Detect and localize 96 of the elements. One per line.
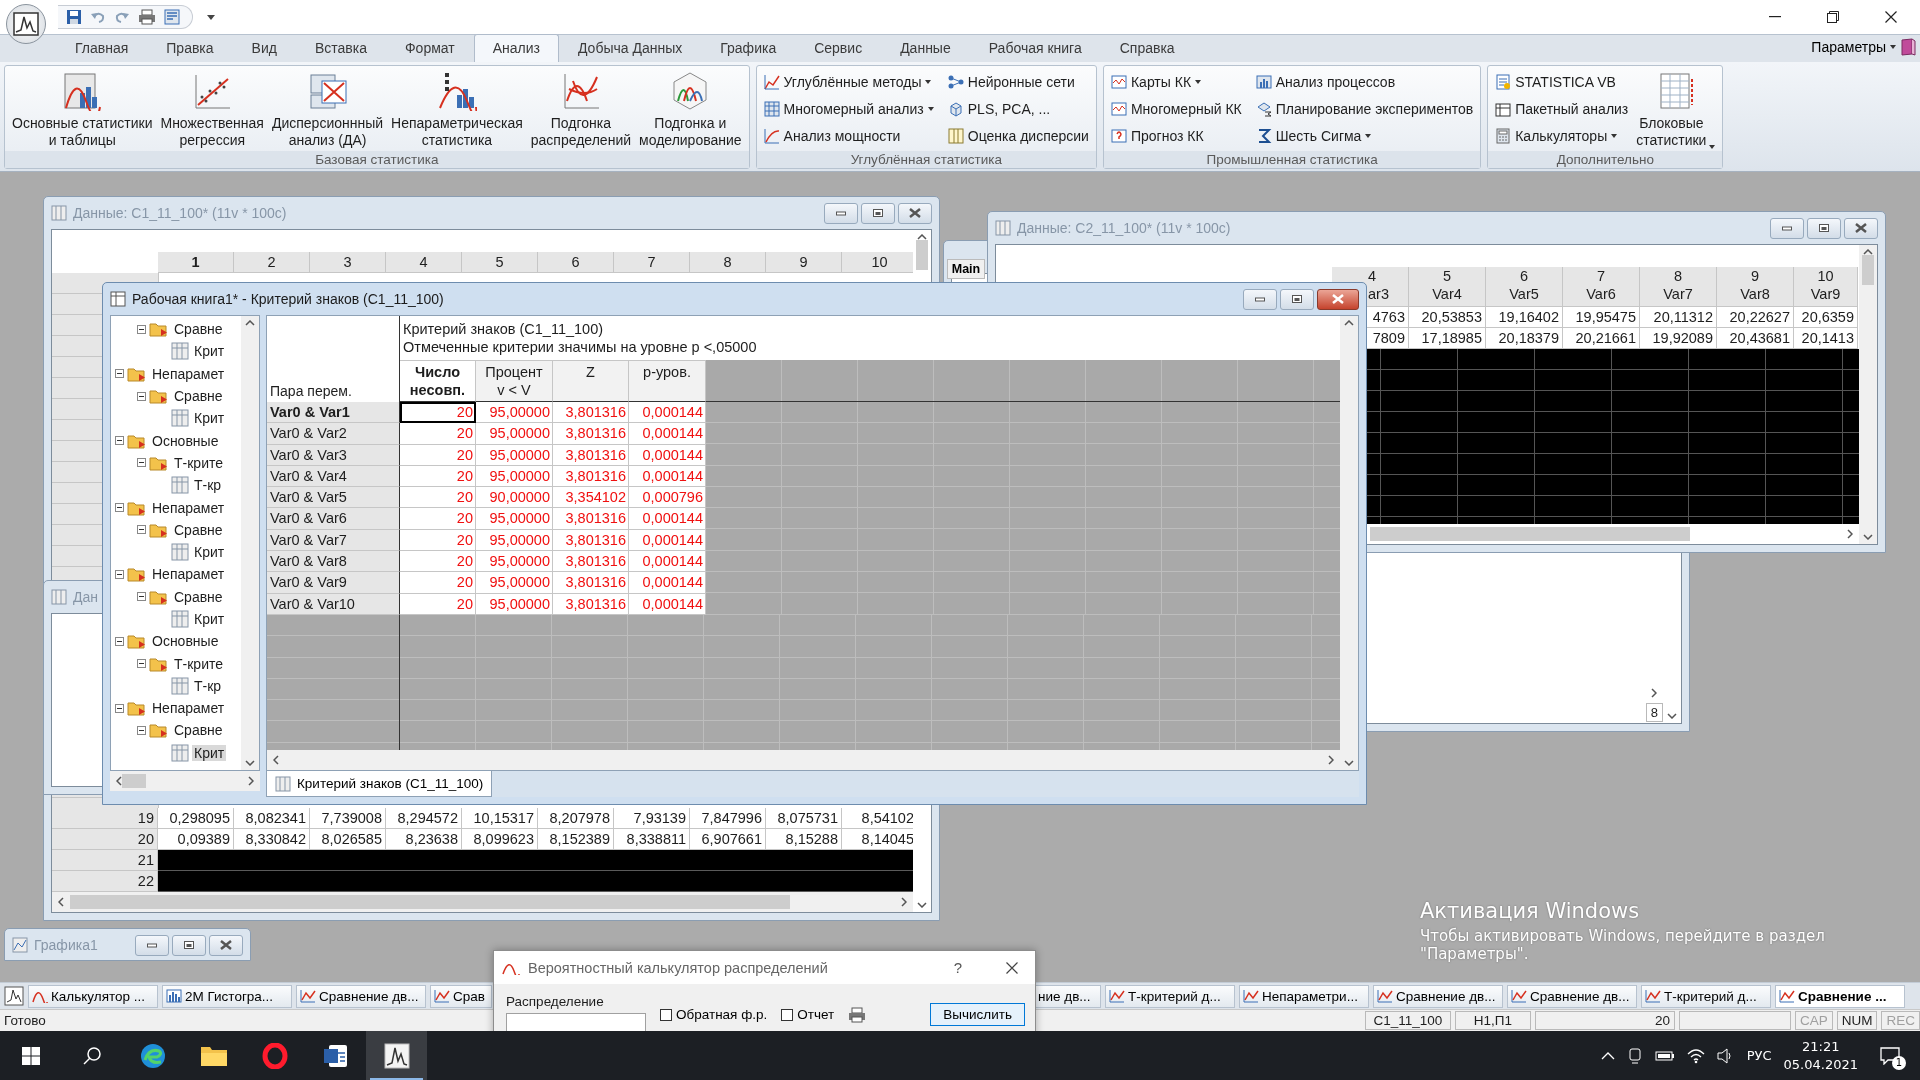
table-cell: 20 [400, 444, 476, 466]
table-cell: 19,92089 [1640, 328, 1717, 349]
table-cell: 8,338811 [614, 829, 690, 850]
table-cell: 20 [400, 465, 476, 488]
table-cell: 0,000144 [629, 423, 706, 445]
activation-title: Активация Windows [1420, 899, 1641, 923]
table-cell: 0,000144 [629, 529, 706, 552]
table-cell: 20 [400, 402, 476, 424]
table-cell: 8,075731 [766, 808, 842, 829]
window-title: Рабочая книга1* - Критерий знаков (C1_11_100) [132, 291, 444, 307]
table-cell: 95,00000 [476, 444, 553, 466]
group-title: Углублённая статистика [756, 151, 1096, 168]
table-cell: 95,00000 [476, 465, 553, 488]
table-cell: 3,801316 [553, 423, 629, 445]
table-cell: 0,09389 [158, 829, 234, 850]
table-cell: 8,082341 [234, 808, 310, 829]
status-field: C1_11_100 [1364, 1011, 1451, 1030]
activation-text: "Параметры". [1420, 945, 1530, 963]
table-cell: 0,000144 [629, 402, 706, 424]
group-title: Базовая статистика [5, 151, 749, 168]
table-cell: 3,801316 [553, 529, 629, 552]
table-cell: 20,6359 [1794, 307, 1858, 328]
table-cell: 6,907661 [690, 829, 766, 850]
status-indicator: REC [1881, 1011, 1920, 1030]
window-title: Дан [73, 589, 98, 605]
window-title: Данные: C2_11_100* (11v * 100c) [1017, 220, 1231, 236]
table-cell: 8,23638 [386, 829, 462, 850]
notification-count: 1 [1892, 1055, 1906, 1070]
table-cell: 20 [400, 551, 476, 573]
table-cell: 19,16402 [1486, 307, 1563, 328]
table-cell: 3,801316 [553, 444, 629, 466]
table-cell: 20,43681 [1717, 328, 1794, 349]
table-cell: 0,000144 [629, 508, 706, 530]
table-cell: 7,739008 [310, 808, 386, 829]
status-indicator: CAP [1794, 1011, 1833, 1030]
table-cell: 20,53853 [1409, 307, 1486, 328]
table-cell: 20,1413 [1794, 328, 1858, 349]
table-cell: 8,099623 [462, 829, 538, 850]
table-cell: 95,00000 [476, 572, 553, 594]
table-cell: 95,00000 [476, 593, 553, 615]
table-cell: 3,354102 [553, 487, 629, 509]
table-cell: 8,294572 [386, 808, 462, 829]
table-cell: 3,801316 [553, 551, 629, 573]
table-cell: 0,000144 [629, 444, 706, 466]
dialog-title: Вероятностный калькулятор распределений [528, 959, 828, 976]
page-field: 8 [1645, 703, 1663, 722]
table-cell: 20,18379 [1486, 328, 1563, 349]
table-cell: 8,026585 [310, 829, 386, 850]
table-cell: 17,18985 [1409, 328, 1486, 349]
table-cell: 95,00000 [476, 402, 553, 424]
field-label: Распределение [506, 994, 605, 1009]
table-cell: 7,847996 [690, 808, 766, 829]
table-cell: 95,00000 [476, 551, 553, 573]
report-title: Критерий знаков (C1_11_100) [403, 320, 605, 338]
table-cell: 95,00000 [476, 508, 553, 530]
status-field: 20 [1534, 1011, 1675, 1030]
status-text: Готово [4, 1013, 46, 1028]
table-cell: 10,15317 [462, 808, 538, 829]
table-cell: 20 [400, 487, 476, 509]
table-cell: 19,95475 [1563, 307, 1640, 328]
table-cell: 3,801316 [553, 572, 629, 594]
table-cell: 8,207978 [538, 808, 614, 829]
table-cell: 0,000144 [629, 593, 706, 615]
table-cell: 20,22627 [1717, 307, 1794, 328]
table-cell: 0,000796 [629, 487, 706, 509]
status-indicator: NUM [1836, 1011, 1878, 1030]
table-cell: 95,00000 [476, 529, 553, 552]
group-title: Дополнительно [1488, 151, 1723, 168]
table-cell: 95,00000 [476, 423, 553, 445]
activation-text: Чтобы активировать Windows, перейдите в раздел [1420, 927, 1825, 945]
table-cell: 20,11312 [1640, 307, 1717, 328]
table-cell: 20 [400, 508, 476, 530]
table-cell: 8,330842 [234, 829, 310, 850]
report-title: Отмеченные критерии значимы на уровне p <,05000 [403, 338, 758, 356]
table-cell: 3,801316 [553, 593, 629, 615]
table-cell: 20 [400, 529, 476, 552]
table-cell: 20,21661 [1563, 328, 1640, 349]
table-cell: 7,93139 [614, 808, 690, 829]
row-header-label: Пара перем. [270, 383, 352, 399]
table-cell: 20 [400, 423, 476, 445]
group-title: Промышленная статистика [1103, 151, 1481, 168]
table-cell: 8,15288 [766, 829, 842, 850]
table-cell: 0,000144 [629, 465, 706, 488]
table-cell: 0,000144 [629, 572, 706, 594]
table-cell: 3,801316 [553, 465, 629, 488]
window-title: Графика1 [34, 937, 98, 953]
table-cell: 0,000144 [629, 551, 706, 573]
table-cell: 3,801316 [553, 508, 629, 530]
status-field: Н1,П1 [1454, 1011, 1531, 1030]
table-cell: 20 [400, 572, 476, 594]
table-cell: 0,298095 [158, 808, 234, 829]
table-cell: 3,801316 [553, 402, 629, 424]
table-cell: 90,00000 [476, 487, 553, 509]
window-title: Данные: C1_11_100* (11v * 100c) [73, 205, 287, 221]
table-cell: 8,152389 [538, 829, 614, 850]
table-cell: 20 [400, 593, 476, 615]
